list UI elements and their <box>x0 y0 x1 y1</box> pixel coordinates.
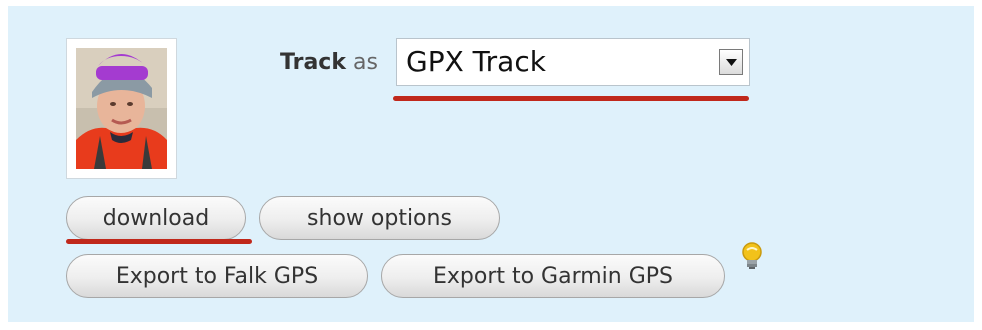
track-label-as: as <box>352 50 378 75</box>
avatar-photo <box>76 48 167 169</box>
track-format-value: GPX Track <box>406 45 546 78</box>
show-options-button[interactable]: show options <box>259 196 500 240</box>
avatar <box>66 38 177 179</box>
dropdown-button[interactable] <box>719 49 743 75</box>
track-format-select[interactable]: GPX Track <box>396 38 750 86</box>
download-button[interactable]: download <box>66 196 246 240</box>
track-label-bold: Track <box>280 50 346 75</box>
download-underline <box>66 239 252 244</box>
select-underline <box>393 96 749 101</box>
track-label: Track as <box>280 48 378 78</box>
export-falk-gps-button[interactable]: Export to Falk GPS <box>66 254 368 298</box>
chevron-down-icon <box>726 59 737 66</box>
export-garmin-gps-button[interactable]: Export to Garmin GPS <box>381 254 725 298</box>
lightbulb-icon[interactable] <box>736 240 768 272</box>
